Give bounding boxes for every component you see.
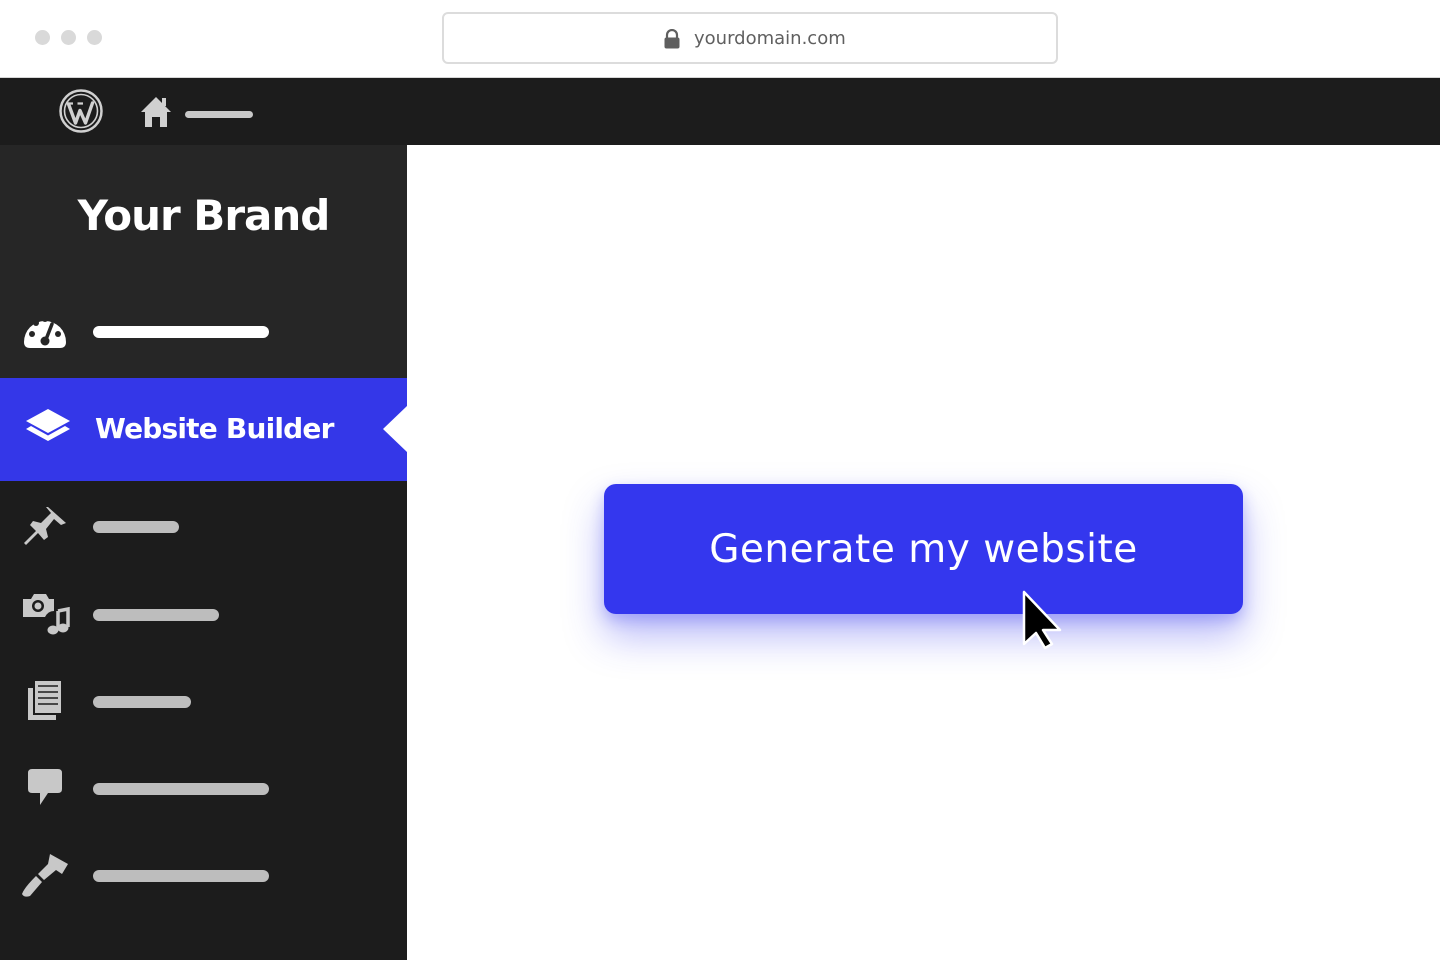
sidebar-item-label-placeholder <box>93 783 269 795</box>
sidebar-item-appearance[interactable] <box>0 844 407 904</box>
dashboard-gauge-icon <box>24 316 66 348</box>
sidebar-item-label-placeholder <box>93 609 219 621</box>
layers-icon <box>26 409 70 441</box>
pages-icon <box>28 681 61 720</box>
site-name-placeholder[interactable] <box>185 111 253 118</box>
lock-icon <box>664 29 680 49</box>
admin-sidebar: Your Brand Website Builder <box>0 145 407 960</box>
window-minimize-dot[interactable] <box>61 30 76 45</box>
mouse-pointer-icon <box>1022 590 1062 650</box>
brand-title: Your Brand <box>77 191 331 240</box>
sidebar-item-dashboard[interactable] <box>0 300 407 360</box>
sidebar-item-comments[interactable] <box>0 757 407 817</box>
sidebar-item-media[interactable] <box>0 583 407 643</box>
active-indicator-notch <box>383 406 407 452</box>
media-icon <box>23 594 70 635</box>
comment-icon <box>28 769 62 805</box>
sidebar-item-label-placeholder <box>93 521 179 533</box>
address-url: yourdomain.com <box>694 28 846 49</box>
paintbrush-icon <box>22 854 68 897</box>
window-maximize-dot[interactable] <box>87 30 102 45</box>
sidebar-item-label: Website Builder <box>95 412 334 445</box>
sidebar-item-label-placeholder <box>93 696 191 708</box>
wordpress-logo-icon[interactable] <box>59 89 103 133</box>
sidebar-item-pages[interactable] <box>0 670 407 730</box>
browser-chrome: yourdomain.com <box>0 0 1440 78</box>
sidebar-item-label-placeholder <box>93 326 269 338</box>
window-close-dot[interactable] <box>35 30 50 45</box>
address-bar[interactable]: yourdomain.com <box>442 12 1058 64</box>
sidebar-item-website-builder[interactable]: Website Builder <box>0 378 407 481</box>
home-icon[interactable] <box>138 94 174 130</box>
sidebar-item-posts[interactable] <box>0 495 407 555</box>
generate-website-button[interactable]: Generate my website <box>604 484 1243 614</box>
admin-bar <box>0 78 1440 145</box>
brand-area: Your Brand <box>0 145 407 378</box>
pushpin-icon <box>24 507 66 545</box>
sidebar-item-label-placeholder <box>93 870 269 882</box>
